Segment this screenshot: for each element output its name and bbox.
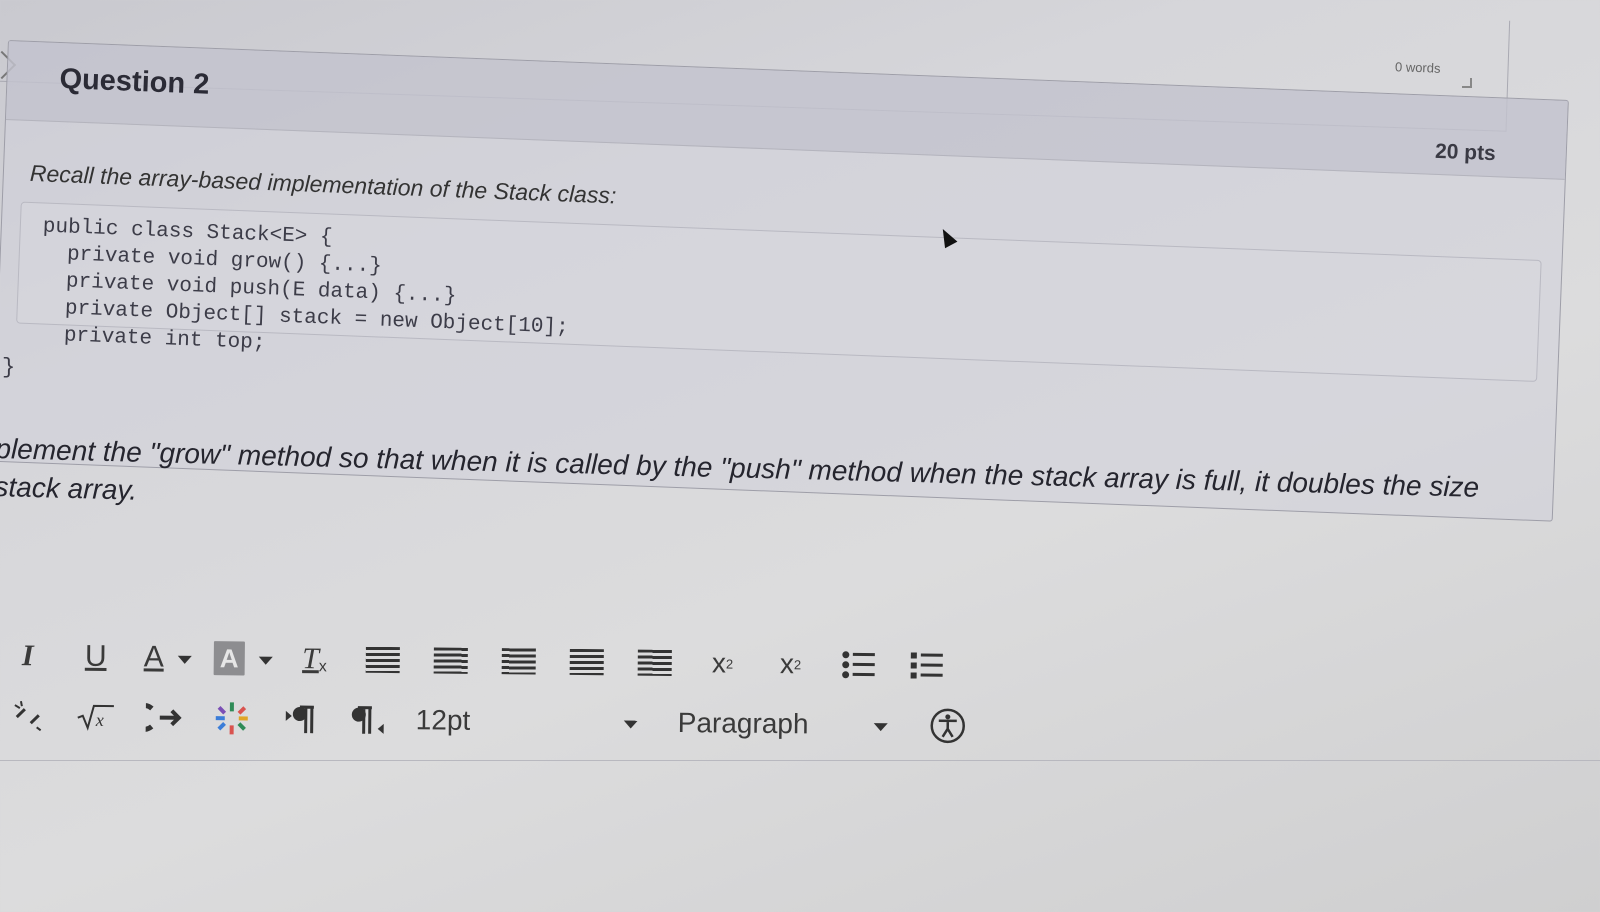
code-text: public class Stack<E> { private void gro… <box>38 213 572 368</box>
align-left-button[interactable] <box>362 640 402 680</box>
embed-button[interactable] <box>144 697 184 737</box>
chevron-down-icon[interactable] <box>873 723 888 732</box>
code-line: private int top; <box>38 323 266 356</box>
highlight-icon: A <box>213 641 245 676</box>
equation-button[interactable]: x <box>76 697 116 737</box>
subscript-icon: x <box>779 648 795 680</box>
align-center-button[interactable] <box>430 640 470 680</box>
subscript-button[interactable]: x2 <box>770 644 810 684</box>
superscript-mark: 2 <box>725 656 734 672</box>
chevron-down-icon[interactable] <box>623 720 638 729</box>
ltr-button[interactable] <box>280 699 320 739</box>
indent-icon <box>637 649 672 676</box>
paragraph-rtl-icon <box>351 706 384 734</box>
paragraph-ltr-icon <box>285 705 314 734</box>
unlink-button[interactable] <box>8 696 48 736</box>
font-color-button[interactable]: A <box>144 637 192 678</box>
apps-burst-icon <box>215 702 248 735</box>
superscript-icon: x <box>711 647 727 679</box>
svg-text:x: x <box>95 710 104 730</box>
underline-button[interactable]: U <box>76 637 116 677</box>
numbered-list-button[interactable] <box>906 645 946 685</box>
align-left-icon <box>365 646 400 674</box>
resize-handle-icon[interactable] <box>1462 78 1472 88</box>
accessibility-checker-button[interactable] <box>928 706 968 746</box>
font-size-select[interactable]: 12pt <box>416 704 638 738</box>
align-right-button[interactable] <box>498 641 538 681</box>
code-block: public class Stack<E> { private void gro… <box>16 201 1542 382</box>
outdent-icon <box>569 648 604 676</box>
bullet-list-button[interactable] <box>838 645 878 685</box>
subscript-mark: 2 <box>793 656 802 672</box>
font-color-icon: A <box>143 640 164 674</box>
clear-format-icon: T <box>302 642 320 676</box>
apps-button[interactable] <box>212 698 252 738</box>
chevron-down-icon[interactable] <box>258 656 273 665</box>
question-prompt: Recall the array-based implementation of… <box>29 159 617 209</box>
block-format-value: Paragraph <box>677 707 809 740</box>
bullet-list-icon <box>841 651 875 679</box>
clear-format-x: x <box>318 658 327 676</box>
superscript-button[interactable]: x2 <box>702 643 742 683</box>
indent-button[interactable] <box>634 643 674 683</box>
square-root-icon: x <box>77 704 114 731</box>
word-count: 0 words <box>1394 59 1441 76</box>
outdent-button[interactable] <box>566 642 606 682</box>
italic-button[interactable]: I <box>8 636 48 676</box>
chevron-down-icon[interactable] <box>177 655 192 664</box>
highlight-color-button[interactable]: A <box>213 638 273 679</box>
question-title: Question 2 <box>58 63 210 101</box>
question-points: 20 pts <box>1434 139 1497 166</box>
align-right-icon <box>501 648 536 675</box>
numbered-list-icon <box>910 652 943 679</box>
align-center-icon <box>433 647 468 674</box>
code-closing-brace: } <box>2 355 16 380</box>
clear-formatting-button[interactable]: Tx <box>294 639 334 679</box>
rtl-button[interactable] <box>348 700 388 740</box>
block-format-select[interactable]: Paragraph <box>678 707 888 741</box>
font-size-value: 12pt <box>415 704 471 736</box>
accessibility-icon <box>930 708 965 744</box>
unlink-icon <box>14 700 42 732</box>
share-arrow-icon <box>145 702 182 732</box>
